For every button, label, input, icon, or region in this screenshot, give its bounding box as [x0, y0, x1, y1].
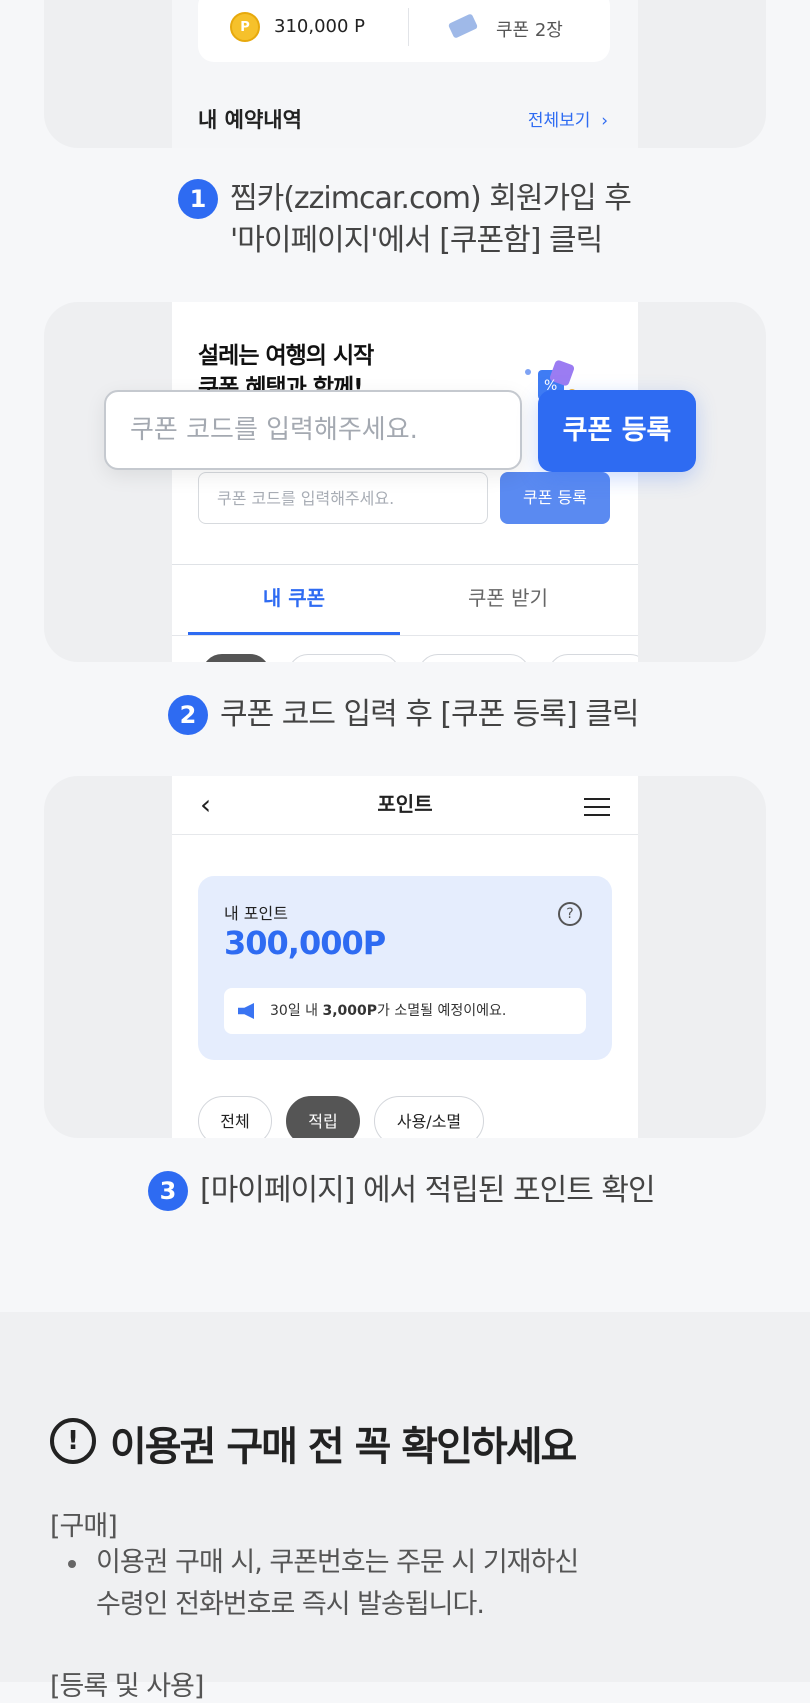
step3-screenshot-card: ‹ 포인트 내 포인트 300,000P ? 30일 내 3,000P가 소멸될… — [44, 776, 766, 1138]
megaphone-icon — [238, 1003, 254, 1019]
purchase-line2: 수령인 전화번호로 즉시 발송됩니다. — [96, 1589, 485, 1620]
coupon-ticket-icon — [447, 13, 479, 39]
step1-text: 찜카(zzimcar.com) 회원가입 후 '마이페이지'에서 [쿠폰함] 클… — [230, 178, 632, 262]
filter-earn[interactable]: 적립 — [286, 1096, 360, 1138]
purchase-notice-section: ! 이용권 구매 전 꼭 확인하세요 [구매] 이용권 구매 시, 쿠폰번호는 … — [0, 1312, 810, 1702]
step2-caption: 2 쿠폰 코드 입력 후 [쿠폰 등록] 클릭 — [168, 694, 639, 736]
step2-number-badge: 2 — [168, 695, 208, 735]
step1-line1: 찜카(zzimcar.com) 회원가입 후 — [230, 181, 632, 216]
step3-number-badge: 3 — [148, 1171, 188, 1211]
phone-screen: ‹ 포인트 내 포인트 300,000P ? 30일 내 3,000P가 소멸될… — [172, 776, 638, 1138]
step1-line2: '마이페이지'에서 [쿠폰함] 클릭 — [230, 223, 603, 258]
reservation-title: 내 예약내역 — [198, 108, 302, 132]
help-question-icon[interactable]: ? — [558, 902, 582, 926]
filter-all[interactable]: 전체 — [198, 1096, 272, 1138]
phone-screen: 설레는 여행의 시작 쿠폰 혜택과 함께! % 쿠폰 코드를 입력해주세요. 쿠… — [172, 302, 638, 662]
point-coin-icon: P — [230, 12, 260, 42]
page-title: 포인트 — [377, 792, 433, 816]
promo-headline-line1: 설레는 여행의 시작 — [198, 343, 374, 369]
notice-prefix: 30일 내 — [270, 1003, 323, 1019]
view-all-link[interactable]: 전체보기 › — [528, 106, 608, 131]
exclamation-circle-icon: ! — [50, 1418, 96, 1464]
coupon-tabs: 내 쿠폰 쿠폰 받기 — [172, 564, 638, 636]
filter-chip[interactable] — [288, 654, 400, 662]
filter-chip[interactable] — [548, 654, 638, 662]
summary-divider — [408, 8, 409, 46]
filter-chip[interactable] — [418, 654, 530, 662]
my-points-card: 내 포인트 300,000P ? 30일 내 3,000P가 소멸될 예정이에요… — [198, 876, 612, 1060]
tab-my-coupons[interactable]: 내 쿠폰 — [188, 565, 400, 635]
notice-suffix: 가 소멸될 예정이에요. — [377, 1003, 507, 1019]
bullet-dot — [68, 1560, 76, 1568]
register-use-label: [등록 및 사용] — [50, 1671, 204, 1702]
step1-screenshot-card: P 310,000 P 쿠폰 2장 내 예약내역 전체보기 › — [44, 0, 766, 148]
step2-line1: 쿠폰 코드 입력 후 [쿠폰 등록] 클릭 — [220, 697, 639, 732]
step3-line1: [마이페이지] 에서 적립된 포인트 확인 — [200, 1173, 656, 1208]
purchase-label: [구매] — [50, 1511, 118, 1542]
coupon-count[interactable]: 쿠폰 2장 — [496, 16, 563, 42]
small-coupon-code-input[interactable]: 쿠폰 코드를 입력해주세요. — [198, 472, 488, 524]
step3-caption: 3 [마이페이지] 에서 적립된 포인트 확인 — [148, 1170, 656, 1212]
my-points-value: 300,000P — [224, 924, 386, 962]
chevron-right-icon: › — [595, 111, 608, 131]
expiry-notice: 30일 내 3,000P가 소멸될 예정이에요. — [224, 988, 586, 1034]
coupon-register-button[interactable]: 쿠폰 등록 — [538, 390, 696, 472]
filter-chip[interactable] — [202, 654, 270, 662]
view-all-label: 전체보기 — [527, 111, 591, 131]
small-coupon-register-button[interactable]: 쿠폰 등록 — [500, 472, 610, 524]
tab-get-coupons[interactable]: 쿠폰 받기 — [402, 565, 614, 635]
my-points-label: 내 포인트 — [224, 904, 288, 923]
step1-caption: 1 찜카(zzimcar.com) 회원가입 후 '마이페이지'에서 [쿠폰함]… — [178, 178, 632, 262]
point-summary-box: P 310,000 P 쿠폰 2장 — [198, 0, 610, 62]
expiry-notice-text: 30일 내 3,000P가 소멸될 예정이에요. — [270, 988, 506, 1034]
purchase-bullet: 이용권 구매 시, 쿠폰번호는 주문 시 기재하신 수령인 전화번호로 즉시 발… — [96, 1542, 579, 1626]
point-value: 310,000 P — [274, 16, 366, 37]
phone-screen: P 310,000 P 쿠폰 2장 내 예약내역 전체보기 › — [172, 0, 638, 148]
coupon-code-input[interactable]: 쿠폰 코드를 입력해주세요. — [104, 390, 522, 470]
notice-amount: 3,000P — [322, 1003, 378, 1019]
top-bar: ‹ 포인트 — [172, 776, 638, 835]
hamburger-menu-icon[interactable] — [584, 798, 610, 822]
filter-use-expire[interactable]: 사용/소멸 — [374, 1096, 484, 1138]
step3-text: [마이페이지] 에서 적립된 포인트 확인 — [200, 1170, 656, 1212]
step2-text: 쿠폰 코드 입력 후 [쿠폰 등록] 클릭 — [220, 694, 639, 736]
purchase-line1: 이용권 구매 시, 쿠폰번호는 주문 시 기재하신 — [96, 1547, 579, 1578]
step2-screenshot-card: 설레는 여행의 시작 쿠폰 혜택과 함께! % 쿠폰 코드를 입력해주세요. 쿠… — [44, 302, 766, 662]
step1-number-badge: 1 — [178, 179, 218, 219]
notice-title: 이용권 구매 전 꼭 확인하세요 — [110, 1424, 577, 1470]
